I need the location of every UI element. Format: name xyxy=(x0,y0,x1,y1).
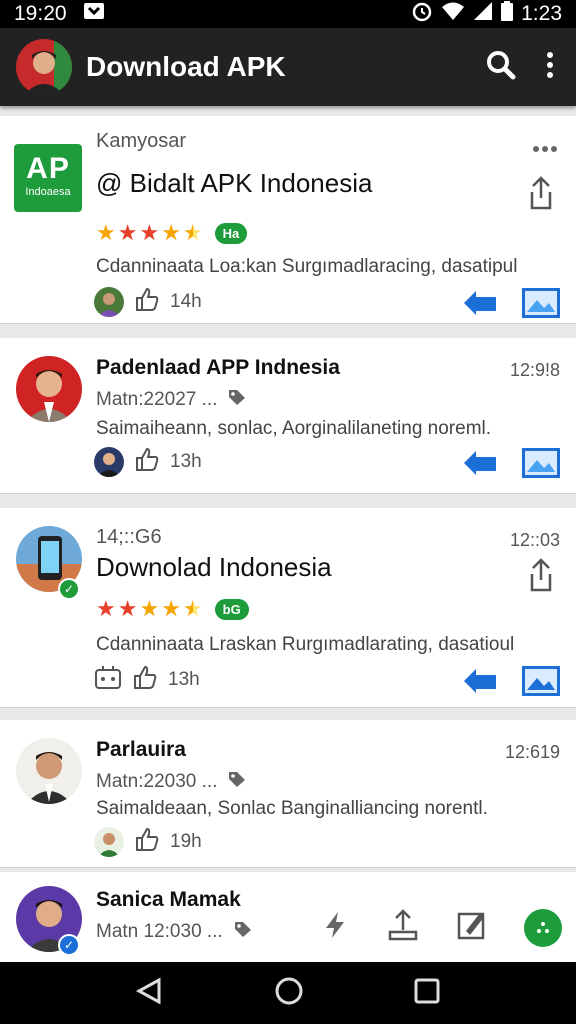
rating-stars: ★ ★ ★ ★ ★ Ha xyxy=(96,220,248,246)
star-icon: ★ xyxy=(96,596,116,621)
sender-name: Padenlaad APP Indnesia xyxy=(96,356,340,379)
signal-icon xyxy=(473,1,493,27)
list-item[interactable]: Padenlaad APP Indnesia 12:9!8 Matn:22027… xyxy=(0,338,576,494)
image-icon[interactable] xyxy=(522,448,560,483)
status-time: 19:20 xyxy=(14,2,67,25)
avatar xyxy=(16,356,82,422)
star-icon: ★ xyxy=(139,596,160,621)
upload-icon[interactable] xyxy=(386,908,420,947)
avatar xyxy=(16,738,82,804)
recents-icon[interactable] xyxy=(413,977,441,1010)
like-icon[interactable] xyxy=(134,826,160,858)
like-icon[interactable] xyxy=(134,446,160,478)
sender-name: 14;::G6 xyxy=(96,526,162,548)
app-icon-label: AP xyxy=(26,152,70,185)
sender-name: Kamyosar xyxy=(96,130,187,152)
app-title: Download APK xyxy=(86,51,286,82)
like-count: 13h xyxy=(168,669,200,690)
timestamp: 12:9!8 xyxy=(509,360,560,380)
sender-name: Parlauira xyxy=(96,738,186,761)
card-meta: 13h xyxy=(94,664,200,696)
reply-arrow-icon[interactable] xyxy=(462,289,498,322)
card-subtitle-text: Matn:22027 ... xyxy=(96,389,218,410)
list-item[interactable]: ✓ 14;::G6 12::03 Downolad Indonesia ★ ★ … xyxy=(0,508,576,708)
star-icon: ★ xyxy=(96,220,116,245)
more-options-icon[interactable] xyxy=(532,140,558,158)
verified-badge-icon: ✓ xyxy=(58,578,80,600)
image-icon[interactable] xyxy=(522,288,560,323)
battery-icon xyxy=(501,1,514,27)
card-subtitle: Matn 12:030 ... xyxy=(96,920,253,944)
card-meta: 13h xyxy=(94,446,202,478)
card-subtitle-text: Matn:22030 ... xyxy=(96,771,218,792)
like-count: 13h xyxy=(170,451,202,472)
like-count: 19h xyxy=(170,831,202,852)
star-half-icon: ★ xyxy=(182,596,203,621)
avatar xyxy=(94,287,124,317)
like-icon[interactable] xyxy=(132,664,158,696)
status-bar: 19:20 1:23 xyxy=(0,0,576,28)
list-item[interactable]: AP Indoaesa Kamyosar @ Bidalt APK Indone… xyxy=(0,116,576,324)
avatar xyxy=(94,447,124,477)
rating-badge: Ha xyxy=(214,222,248,244)
list-item[interactable]: ✓ Sanica Mamak Matn 12:030 ... xyxy=(0,872,576,962)
image-icon[interactable] xyxy=(522,666,560,701)
card-meta: 19h xyxy=(94,826,202,858)
app-bar: Download APK xyxy=(0,28,576,106)
game-controller-icon xyxy=(94,664,122,696)
reply-arrow-icon[interactable] xyxy=(462,449,498,482)
sender-name: Sanica Mamak xyxy=(96,888,241,911)
list-item[interactable]: Parlauira 12:619 Matn:22030 ... Saimalde… xyxy=(0,720,576,868)
system-nav-bar xyxy=(0,962,576,1024)
profile-avatar[interactable] xyxy=(16,39,72,95)
timestamp: 12::03 xyxy=(509,530,560,550)
card-subtitle: Matn:22027 ... xyxy=(96,388,247,412)
star-icon: ★ xyxy=(139,220,160,245)
verified-badge-icon: ✓ xyxy=(58,934,80,956)
star-icon: ★ xyxy=(117,596,138,621)
star-icon: ★ xyxy=(161,220,181,245)
app-icon-sublabel: Indoaesa xyxy=(25,186,71,198)
tag-icon xyxy=(233,920,253,944)
card-subtitle: Matn:22030 ... xyxy=(96,770,247,794)
alarm-icon xyxy=(411,0,433,28)
tag-icon xyxy=(227,388,247,412)
notification-icon xyxy=(83,2,105,26)
home-icon[interactable] xyxy=(274,976,304,1011)
avatar xyxy=(94,827,124,857)
wifi-icon xyxy=(441,1,465,27)
card-description: Saimaiheann, sonlac, Aorginalilaneting n… xyxy=(96,418,492,439)
reply-arrow-icon[interactable] xyxy=(462,667,498,700)
status-clock: 1:23 xyxy=(521,2,562,25)
star-icon: ★ xyxy=(117,220,138,245)
lightning-icon[interactable] xyxy=(320,910,350,945)
share-icon[interactable] xyxy=(528,558,554,597)
card-description: Saimaldeaan, Sonlac Banginalliancing nor… xyxy=(96,798,488,819)
card-title[interactable]: Downolad Indonesia xyxy=(96,552,332,583)
like-icon[interactable] xyxy=(134,286,160,318)
rating-badge: bG xyxy=(214,598,249,620)
tag-icon xyxy=(227,770,247,794)
star-icon: ★ xyxy=(161,596,181,621)
card-subtitle-text: Matn 12:030 ... xyxy=(96,921,223,942)
search-icon[interactable] xyxy=(486,50,516,85)
edit-icon[interactable] xyxy=(456,909,488,946)
star-half-icon: ★ xyxy=(182,220,203,245)
rating-stars: ★ ★ ★ ★ ★ bG xyxy=(96,596,249,622)
card-description: Cdanninaata Lraskan Rurgımadlarating, da… xyxy=(96,634,515,655)
like-count: 14h xyxy=(170,291,202,312)
card-meta: 14h xyxy=(94,286,202,318)
app-icon: AP Indoaesa xyxy=(14,144,82,212)
compose-fab-button[interactable] xyxy=(524,908,562,947)
share-icon[interactable] xyxy=(528,176,554,215)
card-description: Cdanninaata Loa:kan Surgımadlaracing, da… xyxy=(96,256,518,277)
card-title[interactable]: @ Bidalt APK Indonesia xyxy=(96,168,372,199)
overflow-menu-icon[interactable] xyxy=(546,51,554,84)
back-icon[interactable] xyxy=(135,976,165,1011)
timestamp: 12:619 xyxy=(504,742,560,762)
